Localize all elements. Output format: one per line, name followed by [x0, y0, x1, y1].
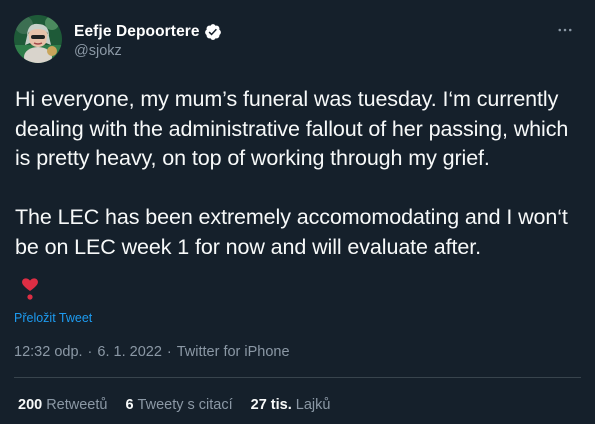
tweet-text: Hi everyone, my mum’s funeral was tuesda…: [15, 87, 569, 259]
avatar-image: [14, 15, 62, 63]
stat-value: 6: [125, 397, 134, 413]
stat-label: Lajků: [295, 397, 331, 413]
stat-value: 27 tis.: [250, 397, 292, 413]
divider: [14, 377, 581, 378]
tweet-date[interactable]: 6. 1. 2022: [97, 344, 162, 360]
tweet-stats: 200 Retweetů 6 Tweety s citací 27 tis. L…: [18, 397, 348, 413]
verified-badge-icon: [204, 23, 222, 41]
author-handle[interactable]: @sjokz: [74, 43, 122, 59]
quote-tweets-stat[interactable]: 6 Tweety s citací: [125, 397, 232, 413]
author-name[interactable]: Eefje Depoortere: [74, 23, 200, 41]
avatar[interactable]: [14, 15, 62, 63]
stat-label: Retweetů: [46, 397, 108, 413]
translate-tweet-link[interactable]: Přeložit Tweet: [14, 311, 92, 325]
more-horizontal-icon: [558, 28, 572, 32]
tweet-time[interactable]: 12:32 odp.: [14, 344, 83, 360]
meta-separator: ·: [166, 344, 172, 360]
tweet-card: Eefje Depoortere @sjokz Hi everyone, my …: [0, 0, 595, 424]
tweet-meta: 12:32 odp. · 6. 1. 2022 · Twitter for iP…: [14, 344, 290, 360]
stat-label: Tweety s citací: [137, 397, 233, 413]
stat-value: 200: [18, 397, 43, 413]
likes-stat[interactable]: 27 tis. Lajků: [251, 397, 331, 413]
more-options-button[interactable]: [553, 20, 577, 40]
tweet-source[interactable]: Twitter for iPhone: [177, 344, 290, 360]
meta-separator: ·: [87, 344, 93, 360]
red-heart-exclamation-icon: [20, 277, 40, 301]
retweets-stat[interactable]: 200 Retweetů: [18, 397, 107, 413]
author-name-row[interactable]: Eefje Depoortere: [74, 22, 222, 42]
